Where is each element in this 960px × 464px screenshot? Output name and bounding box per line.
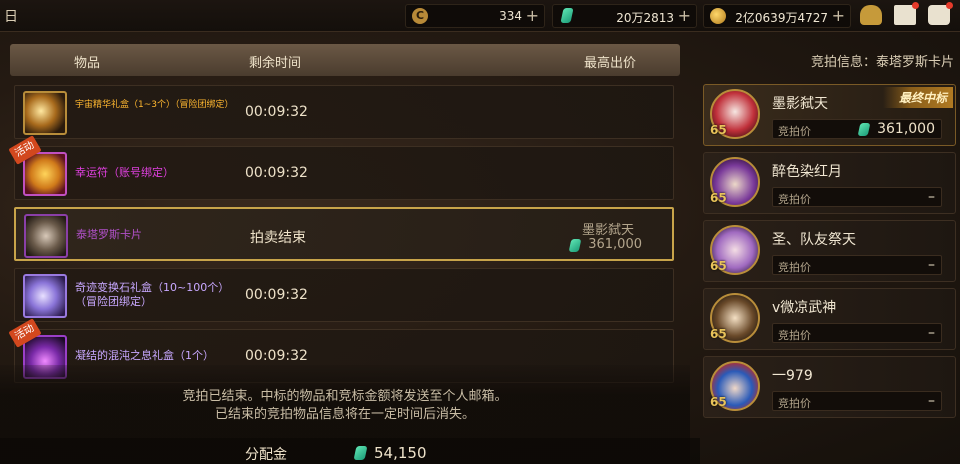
remaining-time: 00:09:32 [245, 287, 308, 303]
notice-line-2: 已结束的竞拍物品信息将在一定时间后消失。 [214, 407, 475, 422]
gold-add-button[interactable]: + [832, 6, 845, 25]
level: 65 [710, 395, 727, 409]
remaining-time: 00:09:32 [245, 165, 308, 181]
bidder-name: 墨影弑天 [772, 96, 828, 112]
bidder-card-winner: 65 最终中标 墨影弑天 竞拍价 361,000 [703, 84, 956, 146]
top-bar: 日 C 334 + 20万2813 + 2亿0639万4727 + [0, 0, 960, 32]
list-header: 物品 剩余时间 最高出价 [10, 44, 680, 76]
bid-box: 竞拍价 – [772, 187, 942, 207]
highest-bid-amount: 361,000 [588, 237, 642, 252]
bid-box: 竞拍价 361,000 [772, 119, 942, 139]
top-icons [860, 2, 956, 27]
bid-box: 竞拍价 – [772, 255, 942, 275]
bid-amount: – [928, 325, 935, 341]
bidder-name: 醉色染红月 [772, 164, 842, 180]
bag-icon[interactable] [860, 5, 882, 25]
item-name: 奇迹变换石礼盒（10~100个）（冒险团绑定） [75, 281, 230, 308]
mail-icon[interactable] [894, 2, 919, 25]
gem-value: 20万2813 [616, 11, 674, 25]
auction-row-selected[interactable]: 泰塔罗斯卡片 拍卖结束 墨影弑天 361,000 [14, 207, 674, 261]
gold-currency: 2亿0639万4727 + [703, 4, 851, 28]
auction-row[interactable]: 活动 幸运符（账号绑定） 00:09:32 [8, 135, 674, 200]
bid-label: 竞拍价 [778, 397, 811, 410]
final-winner-badge: 最终中标 [882, 87, 953, 108]
notice-line-1: 竞拍已结束。中标的物品和竞标金额将发送至个人邮箱。 [182, 389, 508, 404]
header-highest-bid: 最高出价 [584, 56, 637, 71]
window-title: 日 [4, 9, 18, 25]
bid-label: 竞拍价 [778, 193, 811, 206]
bid-amount: – [928, 393, 935, 409]
item-icon [23, 152, 67, 196]
gold-value: 2亿0639万4727 [735, 11, 828, 25]
level: 65 [710, 191, 727, 205]
bidder-name: 圣、队友祭天 [772, 232, 856, 248]
level: 65 [710, 123, 727, 137]
gem-icon [857, 123, 871, 136]
header-item: 物品 [74, 56, 101, 71]
bottom-bar [0, 438, 700, 464]
bidder-name: 一979 [772, 368, 813, 384]
item-name: 幸运符（账号绑定） [75, 166, 174, 179]
distribution-value: 54,150 [374, 444, 427, 462]
bidder-card: 65 一979 竞拍价 – [703, 356, 956, 418]
highest-bid-value: 361,000 [568, 237, 642, 252]
gold-coin-icon [710, 8, 726, 24]
auction-row[interactable]: 宇宙精华礼盒（1~3个）（冒险团绑定） 00:09:32 [14, 85, 674, 139]
highest-bidder-name: 墨影弑天 [581, 223, 634, 238]
bidder-name: v微凉武神 [772, 300, 837, 316]
bidder-card: 65 醉色染红月 竞拍价 – [703, 152, 956, 214]
bid-label: 竞拍价 [778, 329, 811, 342]
level: 65 [710, 327, 727, 341]
auction-info-title: 竞拍信息：泰塔罗斯卡片 [810, 55, 954, 70]
bid-amount-value: 361,000 [877, 121, 935, 137]
auction-status: 拍卖结束 [250, 230, 306, 246]
bid-amount: – [928, 189, 935, 205]
item-name: 凝结的混沌之息礼盒（1个） [75, 349, 214, 362]
gem-add-button[interactable]: + [678, 6, 691, 25]
item-name: 宇宙精华礼盒（1~3个）（冒险团绑定） [75, 100, 234, 110]
bid-amount: 361,000 [857, 121, 935, 137]
coin-add-button[interactable]: + [526, 6, 539, 25]
gem-icon [559, 8, 575, 24]
header-remaining-time: 剩余时间 [249, 56, 302, 71]
item-icon [24, 214, 68, 258]
bid-label: 竞拍价 [778, 125, 811, 138]
bid-amount: – [928, 257, 935, 273]
coin-c-icon: C [412, 8, 428, 24]
distribution-label: 分配金 [245, 447, 287, 463]
bidder-card: 65 v微凉武神 竞拍价 – [703, 288, 956, 350]
coin-value: 334 [499, 9, 522, 23]
remaining-time: 00:09:32 [245, 104, 308, 120]
gem-icon [568, 239, 582, 252]
gem-currency: 20万2813 + [552, 4, 697, 28]
auction-row[interactable]: 奇迹变换石礼盒（10~100个）（冒险团绑定） 00:09:32 [14, 268, 674, 322]
item-icon [23, 274, 67, 318]
auction-ended-notice: 竞拍已结束。中标的物品和竞标金额将发送至个人邮箱。 已结束的竞拍物品信息将在一定… [150, 388, 540, 424]
item-icon [23, 91, 67, 135]
bidder-card: 65 圣、队友祭天 竞拍价 – [703, 220, 956, 282]
level: 65 [710, 259, 727, 273]
remaining-time: 00:09:32 [245, 348, 308, 364]
bid-box: 竞拍价 – [772, 323, 942, 343]
chat-icon[interactable] [928, 2, 953, 25]
bid-label: 竞拍价 [778, 261, 811, 274]
item-name: 泰塔罗斯卡片 [76, 228, 142, 241]
coin-currency: C 334 + [405, 4, 545, 28]
bid-box: 竞拍价 – [772, 391, 942, 411]
